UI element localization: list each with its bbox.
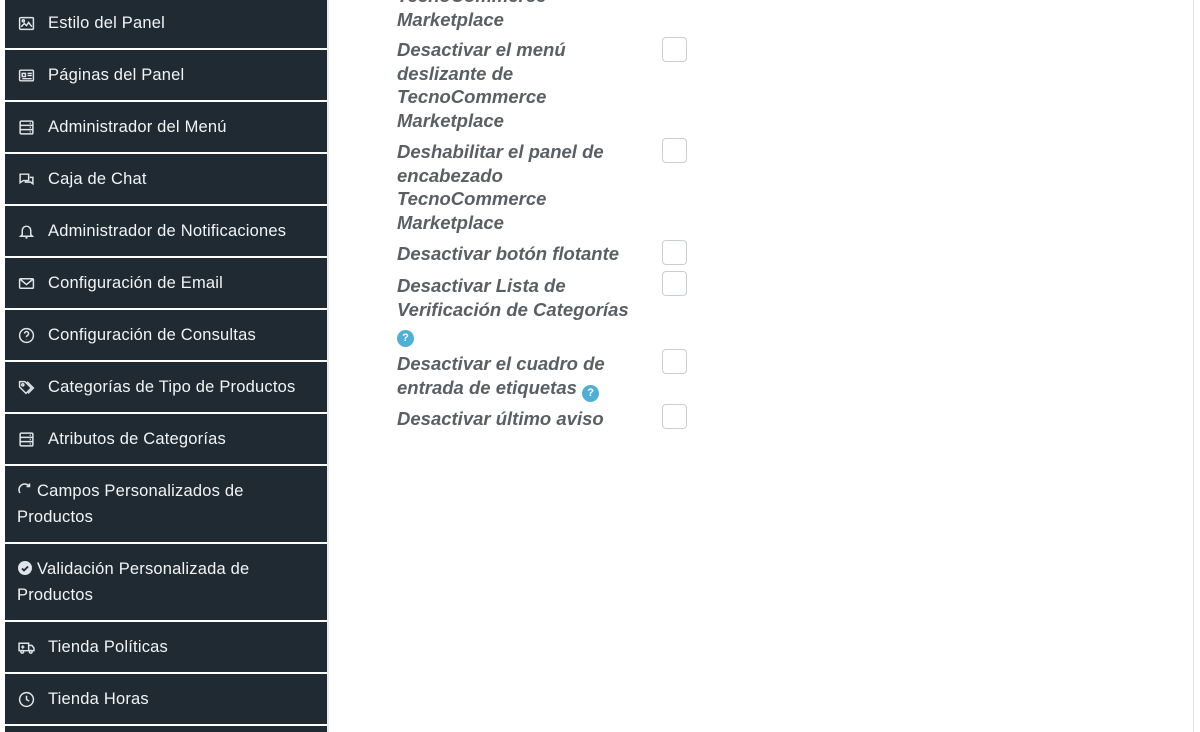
setting-label-wrap: Desactivar el cuadro de entrada de etiqu… xyxy=(397,352,627,402)
settings-row-boton-flotante: Desactivar botón flotante xyxy=(397,240,697,266)
setting-label-wrap: Desactivar Lista de Verificación de Cate… xyxy=(397,274,647,347)
sidebar-item-caja-chat[interactable]: Caja de Chat xyxy=(5,154,327,206)
sidebar-item-campos-personalizados[interactable]: Campos Personalizados de Productos xyxy=(5,466,327,544)
newspaper-icon xyxy=(17,66,35,84)
sidebar-item-label: Administrador de Notificaciones xyxy=(48,221,287,240)
setting-label: Desactivar último aviso xyxy=(397,408,604,429)
sidebar-item-consultas[interactable]: Configuración de Consultas xyxy=(5,310,327,362)
sidebar-item-email[interactable]: Configuración de Email xyxy=(5,258,327,310)
sidebar-item-paginas-panel[interactable]: Páginas del Panel xyxy=(5,50,327,102)
sidebar-item-label: Categorías de Tipo de Productos xyxy=(48,377,296,396)
sidebar-item-validacion[interactable]: Validación Personalizada de Productos xyxy=(5,544,327,622)
sidebar-item-estilo-panel[interactable]: Estilo del Panel xyxy=(5,0,327,50)
setting-label: Desactivar botón flotante xyxy=(397,243,620,264)
sidebar-item-tienda-politicas[interactable]: Tienda Políticas xyxy=(5,622,327,674)
sidebar-item-label: Configuración de Consultas xyxy=(48,325,256,344)
setting-label: Desactivar Lista de Verificación de Cate… xyxy=(397,275,629,320)
setting-checkbox[interactable] xyxy=(662,37,687,62)
sidebar-item-label: Tienda Horas xyxy=(48,689,149,708)
page-right-border xyxy=(1193,0,1194,732)
help-icon[interactable]: ? xyxy=(582,384,600,402)
setting-checkbox[interactable] xyxy=(662,240,687,265)
sidebar-item-notificaciones[interactable]: Administrador de Notificaciones xyxy=(5,206,327,258)
sidebar-item-label: Caja de Chat xyxy=(48,169,147,188)
sidebar-item-label: Validación Personalizada de Productos xyxy=(17,560,250,604)
chat-icon xyxy=(17,170,35,188)
setting-label: TecnoCommerce Marketplace xyxy=(397,0,546,30)
sidebar-item-label: Configuración de Email xyxy=(48,273,223,292)
settings-row-menu-deslizante: Desactivar el menú deslizante de TecnoCo… xyxy=(397,37,697,132)
sidebar-item-label: Páginas del Panel xyxy=(48,65,185,84)
setting-label: Deshabilitar el panel de encabezado Tecn… xyxy=(397,141,604,233)
sidebar-item-label: Tienda Políticas xyxy=(48,637,168,656)
help-icon[interactable]: ? xyxy=(397,330,414,347)
sidebar-item-label: Administrador del Menú xyxy=(48,117,227,136)
bell-icon xyxy=(17,222,35,240)
sidebar-item-administrador-menu[interactable]: Administrador del Menú xyxy=(5,102,327,154)
sidebar-item-atributos[interactable]: Atributos de Categorías xyxy=(5,414,327,466)
sidebar-item-label: Estilo del Panel xyxy=(48,13,165,32)
truck-icon xyxy=(17,638,35,656)
menu-server-icon xyxy=(17,118,35,136)
clock-icon xyxy=(17,690,35,708)
image-icon xyxy=(17,14,35,32)
setting-checkbox[interactable] xyxy=(662,138,687,163)
setting-checkbox[interactable] xyxy=(662,404,687,429)
content-divider xyxy=(327,0,329,732)
sidebar-item-label: Campos Personalizados de Productos xyxy=(17,482,244,526)
settings-row-panel-encabezado: Deshabilitar el panel de encabezado Tecn… xyxy=(397,138,697,234)
server-icon xyxy=(17,430,35,448)
question-circle-icon xyxy=(17,326,35,344)
sidebar-item-partial xyxy=(5,726,327,732)
tags-icon xyxy=(17,378,35,396)
setting-label: Desactivar el menú deslizante de TecnoCo… xyxy=(397,39,566,131)
refresh-icon xyxy=(17,480,33,496)
badge-check-icon xyxy=(17,558,33,575)
setting-checkbox[interactable] xyxy=(662,349,687,374)
settings-row-cuadro-etiquetas: Desactivar el cuadro de entrada de etiqu… xyxy=(397,349,697,402)
settings-row-lista-verificacion: Desactivar Lista de Verificación de Cate… xyxy=(397,271,697,347)
settings-row-ultimo-aviso: Desactivar último aviso xyxy=(397,404,697,431)
setting-label: Desactivar el cuadro de entrada de etiqu… xyxy=(397,353,605,398)
sidebar-item-tienda-horas[interactable]: Tienda Horas xyxy=(5,674,327,726)
setting-checkbox[interactable] xyxy=(662,271,687,296)
sidebar-item-categorias-tipo[interactable]: Categorías de Tipo de Productos xyxy=(5,362,327,414)
envelope-icon xyxy=(17,274,35,292)
settings-row-partial: TecnoCommerce Marketplace xyxy=(397,0,697,31)
sidebar-item-label: Atributos de Categorías xyxy=(48,429,226,448)
sidebar-menu: Estilo del Panel Páginas del Panel Admin… xyxy=(5,0,327,732)
